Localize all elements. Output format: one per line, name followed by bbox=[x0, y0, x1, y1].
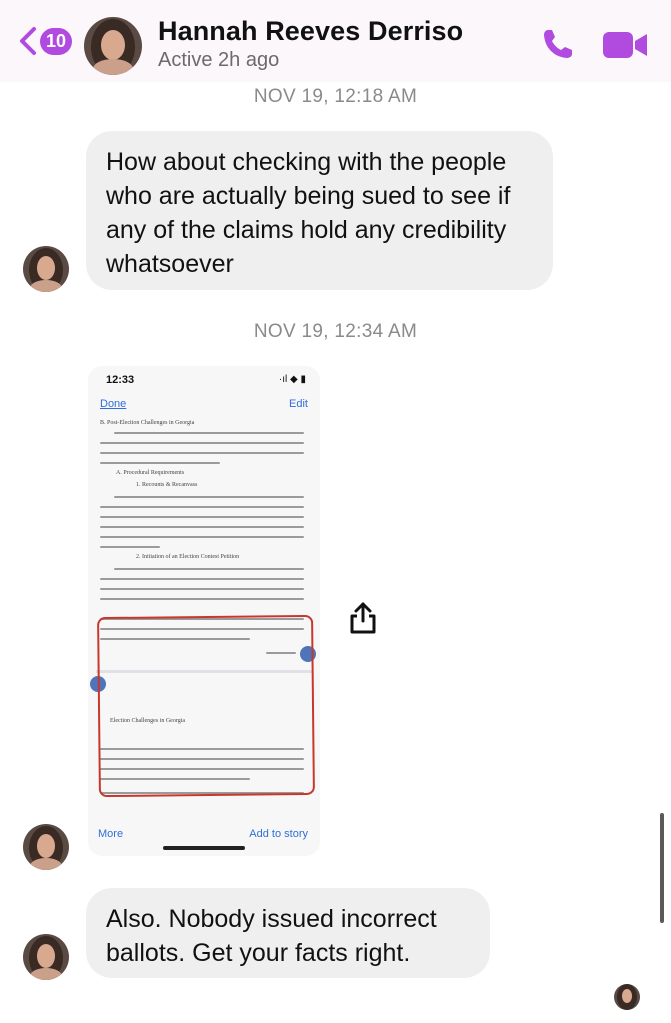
document-text-line bbox=[100, 526, 304, 528]
contact-name[interactable]: Hannah Reeves Derriso bbox=[158, 16, 463, 47]
document-text-line bbox=[114, 432, 304, 434]
document-text-line bbox=[100, 588, 304, 590]
document-heading: B. Post-Election Challenges in Georgia bbox=[100, 420, 195, 426]
share-icon[interactable] bbox=[348, 601, 378, 635]
back-button[interactable]: 10 bbox=[18, 26, 73, 56]
phone-icon[interactable] bbox=[540, 26, 576, 62]
document-heading: A. Procedural Requirements bbox=[116, 470, 185, 476]
document-page: B. Post-Election Challenges in Georgia A… bbox=[90, 418, 316, 808]
sender-avatar bbox=[23, 934, 69, 980]
document-text-line bbox=[100, 442, 304, 444]
incoming-message-bubble[interactable]: How about checking with the people who a… bbox=[86, 131, 553, 290]
red-annotation-box bbox=[97, 614, 315, 798]
document-text-line bbox=[100, 516, 304, 518]
document-text-line bbox=[100, 546, 160, 548]
incoming-message-bubble[interactable]: Also. Nobody issued incorrect ballots. G… bbox=[86, 888, 490, 978]
contact-status: Active 2h ago bbox=[158, 49, 280, 71]
image-attachment[interactable]: 12:33 ·ıl ◆ ▮ Done Edit B. Post-Election… bbox=[88, 366, 320, 856]
attachment-edit-link: Edit bbox=[289, 398, 308, 410]
video-camera-icon[interactable] bbox=[602, 30, 648, 60]
document-text-line bbox=[100, 578, 304, 580]
seen-receipt-avatar bbox=[614, 984, 640, 1010]
document-heading: 2. Initiation of an Election Contest Pet… bbox=[136, 554, 240, 560]
attachment-status-icons: ·ıl ◆ ▮ bbox=[278, 374, 306, 385]
attachment-done-link: Done bbox=[100, 398, 127, 410]
attachment-more-link: More bbox=[98, 828, 124, 840]
attachment-add-to-story-link: Add to story bbox=[249, 828, 308, 840]
chat-header: 10 Hannah Reeves Derriso Active 2h ago bbox=[0, 0, 671, 82]
message-timestamp: NOV 19, 12:18 AM bbox=[253, 86, 418, 107]
sender-avatar bbox=[23, 824, 69, 870]
document-text-line bbox=[100, 506, 304, 508]
document-text-line bbox=[100, 462, 220, 464]
document-heading: 1. Recounts & Recanvass bbox=[136, 482, 198, 488]
document-text-line bbox=[100, 452, 304, 454]
chevron-left-icon bbox=[20, 27, 36, 55]
sender-avatar bbox=[23, 246, 69, 292]
document-text-line bbox=[100, 536, 304, 538]
document-text-line bbox=[114, 496, 304, 498]
contact-avatar[interactable] bbox=[84, 17, 142, 75]
document-text-line bbox=[100, 598, 304, 600]
document-text-line bbox=[114, 568, 304, 570]
home-indicator bbox=[163, 846, 245, 850]
attachment-status-time: 12:33 bbox=[106, 374, 135, 386]
scrollbar[interactable] bbox=[660, 813, 664, 923]
message-timestamp: NOV 19, 12:34 AM bbox=[253, 321, 418, 342]
unread-count-badge: 10 bbox=[40, 27, 73, 55]
